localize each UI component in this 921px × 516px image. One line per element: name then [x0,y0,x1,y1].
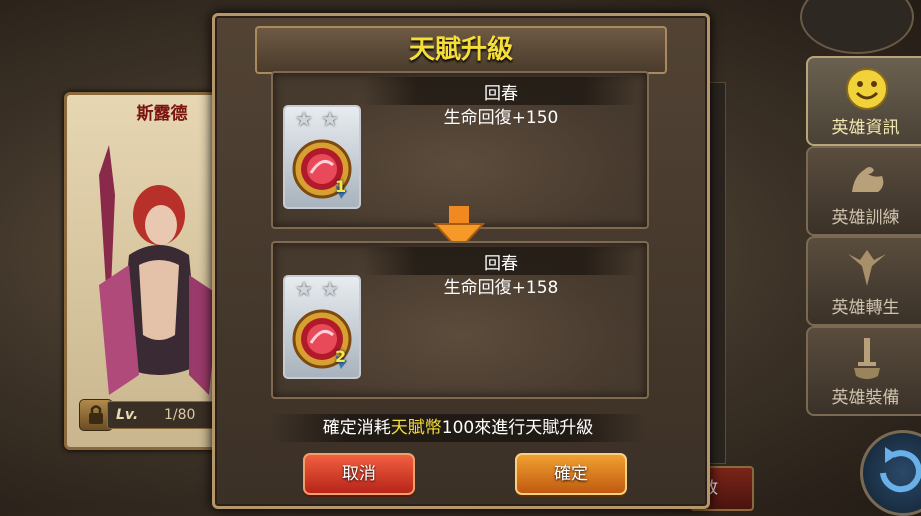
refresh-icon [880,447,921,493]
side-menu-label: 英雄轉生 [831,298,900,318]
next-skill-name: 回春 [484,254,518,274]
side-menu-label: 英雄裝備 [831,388,900,408]
top-emblem-icon [800,0,914,54]
cancel-button[interactable]: 取消 [303,453,415,495]
cost-currency: 天賦幣 [390,418,442,438]
talent-upgrade-dialog: 天賦升級 回春 生命回復+150 ★ ★ 1 回春 生命回復+158 ★ ★ 2… [212,13,710,509]
side-menu-label: 英雄資訊 [831,118,900,138]
star-icon: ★ [295,107,313,131]
level-value: 1/80 [164,407,196,423]
star-icon: ★ [321,277,339,301]
current-skill-level: 1 [335,177,347,196]
current-skill-effect: 生命回復+150 [443,108,559,128]
hero-portrait [99,145,219,395]
star-icon: ★ [321,107,339,131]
next-skill-effect: 生命回復+158 [443,278,559,298]
side-menu-label: 英雄訓練 [831,208,900,228]
phoenix-icon [848,250,886,286]
side-menu-hero-info[interactable]: 英雄資訊 [806,56,921,146]
cost-prefix: 確定消耗 [322,418,391,438]
level-label: Lv. [116,407,139,423]
side-menu-hero-rebirth[interactable]: 英雄轉生 [806,236,921,326]
next-skill-card[interactable]: ★ ★ 2 [283,275,361,379]
smiley-icon [846,68,888,110]
current-skill-name: 回春 [484,84,518,104]
cost-suffix: 100來進行天賦升級 [441,418,594,438]
star-icon: ★ [295,277,313,301]
cost-message: 確定消耗天賦幣100來進行天賦升級 [271,414,645,442]
side-menu-hero-training[interactable]: 英雄訓練 [806,146,921,236]
dialog-title-bar: 天賦升級 [255,26,667,74]
dialog-title: 天賦升級 [408,35,513,65]
muscle-arm-icon [852,167,884,192]
next-talent-panel: 回春 生命回復+158 ★ ★ 2 [271,241,649,399]
confirm-button[interactable]: 確定 [515,453,627,495]
side-menu-hero-equipment[interactable]: 英雄裝備 [806,326,921,416]
next-skill-level: 2 [335,347,347,366]
sword-shield-icon [854,338,880,379]
refresh-button[interactable] [860,430,921,516]
current-skill-card[interactable]: ★ ★ 1 [283,105,361,209]
